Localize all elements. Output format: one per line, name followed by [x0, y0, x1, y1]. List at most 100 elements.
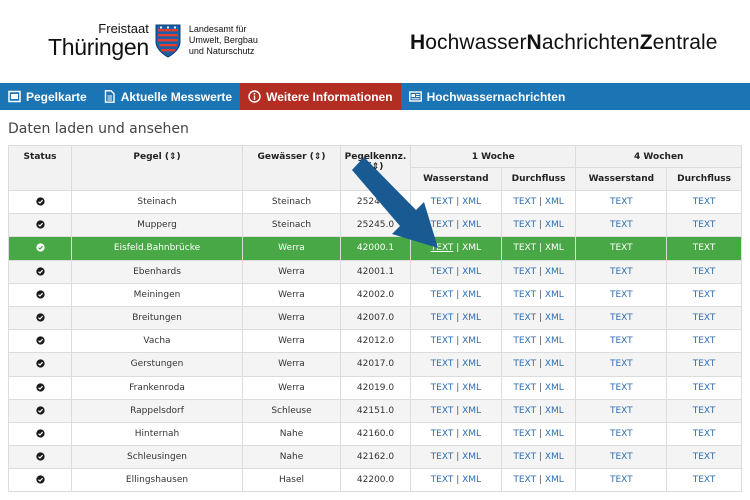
text-download-link[interactable]: TEXT [431, 452, 454, 462]
xml-download-link[interactable]: XML [545, 197, 564, 207]
xml-download-link[interactable]: XML [462, 429, 481, 439]
text-download-link[interactable]: TEXT [431, 475, 454, 485]
text-download-link[interactable]: TEXT [610, 429, 633, 439]
text-download-link[interactable]: TEXT [513, 313, 536, 323]
text-download-link[interactable]: TEXT [610, 475, 633, 485]
thueringen-logo[interactable]: Freistaat Thüringen Landesamt für Umwelt… [48, 22, 258, 59]
xml-download-link[interactable]: XML [462, 336, 481, 346]
wasserstand-1w-cell: TEXT | XML [410, 282, 502, 307]
text-download-link[interactable]: TEXT [431, 243, 454, 253]
text-download-link[interactable]: TEXT [431, 336, 454, 346]
durchfluss-4w-cell: TEXT [666, 189, 742, 215]
text-download-link[interactable]: TEXT [693, 383, 716, 393]
text-download-link[interactable]: TEXT [693, 452, 716, 462]
text-download-link[interactable]: TEXT [513, 243, 536, 253]
text-download-link[interactable]: TEXT [610, 290, 633, 300]
column-header-pegelkennz[interactable]: Pegelkennz. (⇕) [340, 145, 411, 191]
xml-download-link[interactable]: XML [545, 452, 564, 462]
check-circle-icon [35, 313, 45, 322]
text-download-link[interactable]: TEXT [513, 336, 536, 346]
site-brand-title[interactable]: HochwasserNachrichtenZentrale [410, 31, 718, 55]
text-download-link[interactable]: TEXT [431, 429, 454, 439]
xml-download-link[interactable]: XML [545, 383, 564, 393]
column-header-pegel[interactable]: Pegel (⇕) [71, 145, 243, 191]
text-download-link[interactable]: TEXT [693, 359, 716, 369]
xml-download-link[interactable]: XML [545, 359, 564, 369]
xml-download-link[interactable]: XML [545, 220, 564, 230]
xml-download-link[interactable]: XML [462, 313, 481, 323]
text-download-link[interactable]: TEXT [610, 243, 633, 253]
pegelkennz-cell: 42012.0 [340, 329, 411, 354]
xml-download-link[interactable]: XML [462, 290, 481, 300]
xml-download-link[interactable]: XML [545, 336, 564, 346]
text-download-link[interactable]: TEXT [513, 197, 536, 207]
xml-download-link[interactable]: XML [462, 267, 481, 277]
text-download-link[interactable]: TEXT [610, 313, 633, 323]
pegelkennz-cell: 42200.0 [340, 468, 411, 493]
link-separator: | [536, 220, 545, 231]
text-download-link[interactable]: TEXT [610, 406, 633, 416]
text-download-link[interactable]: TEXT [513, 475, 536, 485]
text-download-link[interactable]: TEXT [513, 359, 536, 369]
xml-download-link[interactable]: XML [462, 452, 481, 462]
xml-download-link[interactable]: XML [462, 406, 481, 416]
text-download-link[interactable]: TEXT [610, 336, 633, 346]
text-download-link[interactable]: TEXT [693, 220, 716, 230]
link-separator: | [453, 452, 463, 463]
text-download-link[interactable]: TEXT [610, 220, 633, 230]
nav-item-aktuelle-messwerte[interactable]: Aktuelle Messwerte [95, 83, 240, 110]
text-download-link[interactable]: TEXT [693, 406, 716, 416]
pegel-cell: Vacha [71, 329, 243, 354]
column-header-status: Status [8, 145, 72, 191]
nav-item-hochwassernachrichten[interactable]: Hochwassernachrichten [401, 83, 574, 110]
text-download-link[interactable]: TEXT [431, 359, 454, 369]
text-download-link[interactable]: TEXT [693, 475, 716, 485]
text-download-link[interactable]: TEXT [693, 243, 716, 253]
text-download-link[interactable]: TEXT [693, 336, 716, 346]
text-download-link[interactable]: TEXT [513, 267, 536, 277]
text-download-link[interactable]: TEXT [513, 452, 536, 462]
text-download-link[interactable]: TEXT [513, 429, 536, 439]
text-download-link[interactable]: TEXT [431, 220, 454, 230]
text-download-link[interactable]: TEXT [693, 267, 716, 277]
xml-download-link[interactable]: XML [545, 475, 564, 485]
text-download-link[interactable]: TEXT [513, 406, 536, 416]
text-download-link[interactable]: TEXT [431, 406, 454, 416]
xml-download-link[interactable]: XML [462, 243, 481, 253]
xml-download-link[interactable]: XML [462, 220, 481, 230]
text-download-link[interactable]: TEXT [513, 290, 536, 300]
check-circle-icon [35, 359, 45, 369]
nav-item-pegelkarte[interactable]: Pegelkarte [0, 83, 95, 110]
gewaesser-cell: Werra [242, 375, 341, 400]
text-download-link[interactable]: TEXT [431, 290, 454, 300]
text-download-link[interactable]: TEXT [610, 197, 633, 207]
wasserstand-1w-cell: TEXT | XML [410, 189, 502, 215]
xml-download-link[interactable]: XML [462, 197, 481, 207]
nav-item-weitere-informationen[interactable]: Weitere Informationen [240, 83, 401, 110]
text-download-link[interactable]: TEXT [610, 452, 633, 462]
text-download-link[interactable]: TEXT [610, 359, 633, 369]
text-download-link[interactable]: TEXT [610, 267, 633, 277]
column-header-gewaesser[interactable]: Gewässer (⇕) [242, 145, 341, 191]
text-download-link[interactable]: TEXT [431, 267, 454, 277]
xml-download-link[interactable]: XML [545, 290, 564, 300]
text-download-link[interactable]: TEXT [693, 313, 716, 323]
text-download-link[interactable]: TEXT [431, 313, 454, 323]
xml-download-link[interactable]: XML [462, 383, 481, 393]
text-download-link[interactable]: TEXT [693, 197, 716, 207]
xml-download-link[interactable]: XML [462, 359, 481, 369]
table-row: Vacha Werra 42012.0 TEXT | XML TEXT | XML TEX… [8, 329, 742, 354]
xml-download-link[interactable]: XML [545, 429, 564, 439]
text-download-link[interactable]: TEXT [693, 290, 716, 300]
text-download-link[interactable]: TEXT [513, 383, 536, 393]
xml-download-link[interactable]: XML [545, 406, 564, 416]
text-download-link[interactable]: TEXT [513, 220, 536, 230]
text-download-link[interactable]: TEXT [431, 383, 454, 393]
text-download-link[interactable]: TEXT [693, 429, 716, 439]
text-download-link[interactable]: TEXT [431, 197, 454, 207]
text-download-link[interactable]: TEXT [610, 383, 633, 393]
xml-download-link[interactable]: XML [545, 267, 564, 277]
xml-download-link[interactable]: XML [545, 243, 564, 253]
xml-download-link[interactable]: XML [545, 313, 564, 323]
xml-download-link[interactable]: XML [462, 475, 481, 485]
